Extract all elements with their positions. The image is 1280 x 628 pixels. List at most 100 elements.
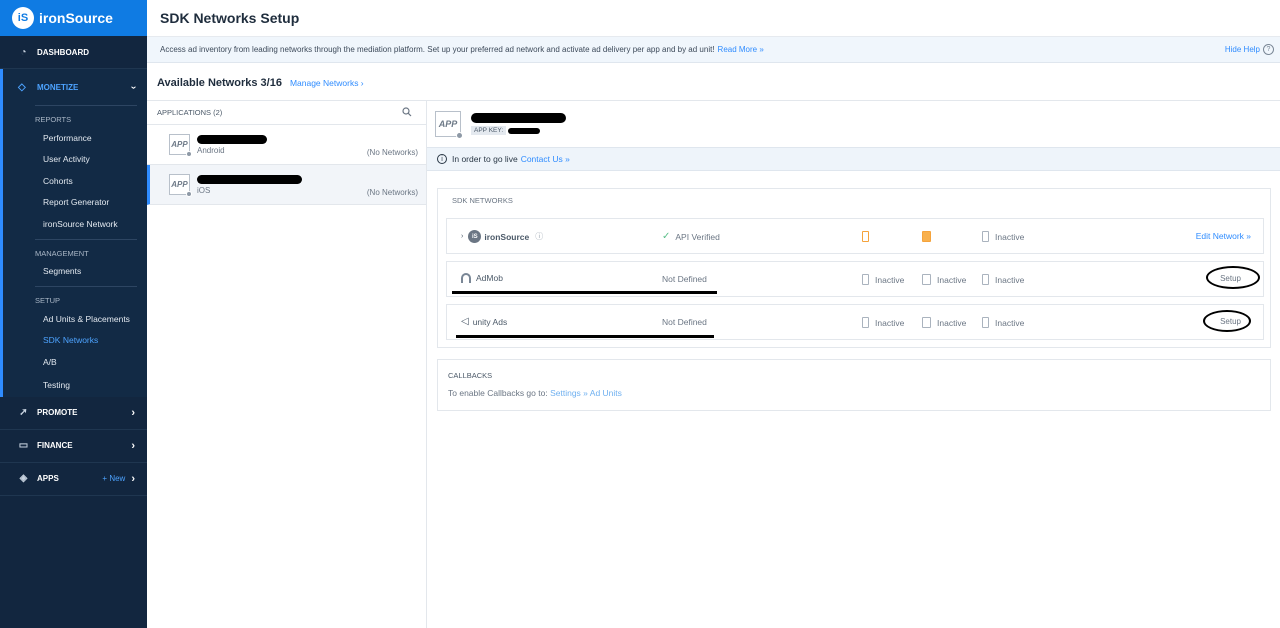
nav-dashboard[interactable]: ◔ DASHBOARD — [0, 36, 147, 69]
network-status-label: API Verified — [675, 231, 720, 242]
network-status: ✓ API Verified — [662, 231, 720, 242]
nav-apps-label: APPS — [37, 474, 59, 483]
sidebar-item-cohorts[interactable]: Cohorts — [3, 170, 147, 192]
help-text: Access ad inventory from leading network… — [160, 45, 715, 54]
app-icon-text: APP — [171, 140, 188, 149]
nav-dashboard-label: DASHBOARD — [37, 47, 89, 57]
nav-monetize-label: MONETIZE — [37, 82, 79, 92]
sidebar-item-ad-units[interactable]: Ad Units & Placements — [3, 308, 147, 330]
chevron-down-icon: › — [127, 85, 139, 89]
callbacks-box: CALLBACKS To enable Callbacks go to: Set… — [437, 359, 1271, 411]
sidebar-item-sdk-networks[interactable]: SDK Networks — [3, 330, 147, 352]
apple-icon — [186, 191, 192, 197]
ad-unit-status: Inactive — [875, 274, 905, 285]
brand-name: ironSource — [39, 10, 113, 26]
app-key-row: APP KEY: — [471, 125, 566, 135]
callbacks-text: To enable Callbacks go to: Settings » Ad… — [448, 388, 1260, 398]
chevron-right-icon: › — [131, 439, 135, 452]
info-icon[interactable]: ⓘ — [535, 231, 543, 242]
app-row-ios[interactable]: APP iOS (No Networks) — [147, 165, 426, 205]
nav-monetize[interactable]: ◇ MONETIZE › — [3, 69, 147, 105]
tablet-icon — [922, 274, 931, 285]
available-networks: Available Networks 3/16 Manage Networks … — [157, 77, 364, 89]
applications-header: APPLICATIONS (2) — [147, 101, 426, 125]
layers-icon: ◈ — [19, 473, 28, 484]
wallet-icon: ▭ — [18, 440, 29, 451]
applications-title: APPLICATIONS (2) — [157, 108, 223, 117]
sidebar-item-report-generator[interactable]: Report Generator — [3, 192, 147, 214]
annotation-underline — [452, 291, 717, 294]
banner-col: Inactive — [982, 231, 1024, 242]
app-icon-text: APP — [438, 119, 458, 129]
sidebar-item-performance[interactable]: Performance — [3, 127, 147, 149]
app-icon-text: APP — [171, 180, 188, 189]
ad-unit-status: Inactive — [937, 317, 967, 328]
device-icon — [982, 317, 989, 328]
help-icon[interactable]: ? — [1263, 44, 1274, 55]
management-label: MANAGEMENT — [35, 248, 89, 258]
sidebar-item-user-activity[interactable]: User Activity — [3, 149, 147, 171]
phone-icon — [862, 231, 869, 242]
annotation-circle — [1206, 266, 1260, 289]
settings-ad-units-link[interactable]: Settings » Ad Units — [550, 388, 622, 398]
sidebar-item-segments[interactable]: Segments — [3, 261, 147, 283]
nav-promote-label: PROMOTE — [37, 408, 78, 417]
redacted-app-name — [197, 174, 302, 184]
phone-icon — [862, 317, 869, 328]
banner-col: Inactive — [982, 274, 1024, 285]
rocket-icon: ➚ — [19, 407, 28, 418]
logo[interactable]: iS ironSource — [0, 0, 147, 36]
app-row-android[interactable]: APP Android (No Networks) — [147, 125, 426, 165]
applications-panel: APPLICATIONS (2) APP Android (No Network… — [147, 100, 427, 628]
diamond-icon: ◇ — [18, 81, 26, 93]
device-icon — [982, 231, 989, 242]
sdk-networks-box: SDK NETWORKS › iS ironSource ⓘ ✓ API Ver… — [437, 188, 1271, 348]
manage-networks-link[interactable]: Manage Networks › — [290, 78, 364, 88]
network-status: Not Defined — [662, 317, 707, 327]
dashboard-icon: ◔ — [20, 46, 27, 58]
callbacks-title: CALLBACKS — [448, 371, 493, 380]
ad-unit-status: Inactive — [875, 317, 905, 328]
app-icon: APP — [169, 174, 192, 197]
help-banner: Access ad inventory from leading network… — [147, 37, 1280, 63]
hide-help-link[interactable]: Hide Help — [1225, 45, 1260, 54]
nav-apps[interactable]: ◈ APPS + New › — [0, 463, 147, 496]
app-platform: Android — [197, 145, 225, 155]
sidebar-item-ironsource-network[interactable]: ironSource Network — [3, 213, 147, 235]
page-header: SDK Networks Setup — [147, 0, 1280, 37]
redacted-app-name — [197, 134, 267, 144]
search-icon[interactable] — [402, 107, 412, 117]
app-status: (No Networks) — [366, 188, 418, 197]
annotation-circle — [1203, 310, 1251, 332]
network-row-ironsource[interactable]: › iS ironSource ⓘ ✓ API Verified Inactiv… — [446, 218, 1264, 254]
sidebar-item-ab[interactable]: A/B — [3, 351, 147, 373]
apple-icon — [456, 132, 463, 139]
network-row-unity-ads[interactable]: ◁ unity Ads Not Defined Inactive Inactiv… — [446, 304, 1264, 340]
android-icon — [186, 151, 192, 157]
network-name: AdMob — [461, 273, 503, 283]
ironsource-logo-icon: iS — [468, 230, 482, 243]
app-icon: APP — [169, 134, 192, 157]
admob-logo-icon — [461, 273, 471, 283]
ironsource-logo-icon: iS — [12, 7, 34, 29]
chevron-right-icon[interactable]: › — [461, 233, 463, 240]
network-name-label: AdMob — [476, 273, 503, 283]
edit-network-link[interactable]: Edit Network » — [1196, 231, 1251, 241]
network-row-admob[interactable]: AdMob Not Defined Inactive Inactive Inac… — [446, 261, 1264, 297]
rewarded-video-col: Inactive — [862, 317, 904, 328]
read-more-link[interactable]: Read More » — [718, 45, 764, 54]
tablet-icon — [922, 231, 931, 242]
apps-new-link[interactable]: + New — [102, 474, 125, 483]
sidebar-item-testing[interactable]: Testing — [3, 373, 147, 397]
app-info: Android — [197, 134, 267, 155]
chevron-right-icon: › — [131, 472, 135, 485]
available-networks-title: Available Networks 3/16 — [157, 77, 282, 89]
nav-finance[interactable]: ▭ FINANCE › — [0, 430, 147, 463]
unity-logo-icon: ◁ — [461, 316, 469, 327]
nav-promote[interactable]: ➚ PROMOTE › — [0, 397, 147, 430]
tablet-icon — [922, 317, 931, 328]
callbacks-description: To enable Callbacks go to: — [448, 388, 548, 398]
rewarded-video-col — [862, 231, 875, 242]
contact-us-link[interactable]: Contact Us » — [521, 154, 570, 164]
device-icon — [982, 274, 989, 285]
